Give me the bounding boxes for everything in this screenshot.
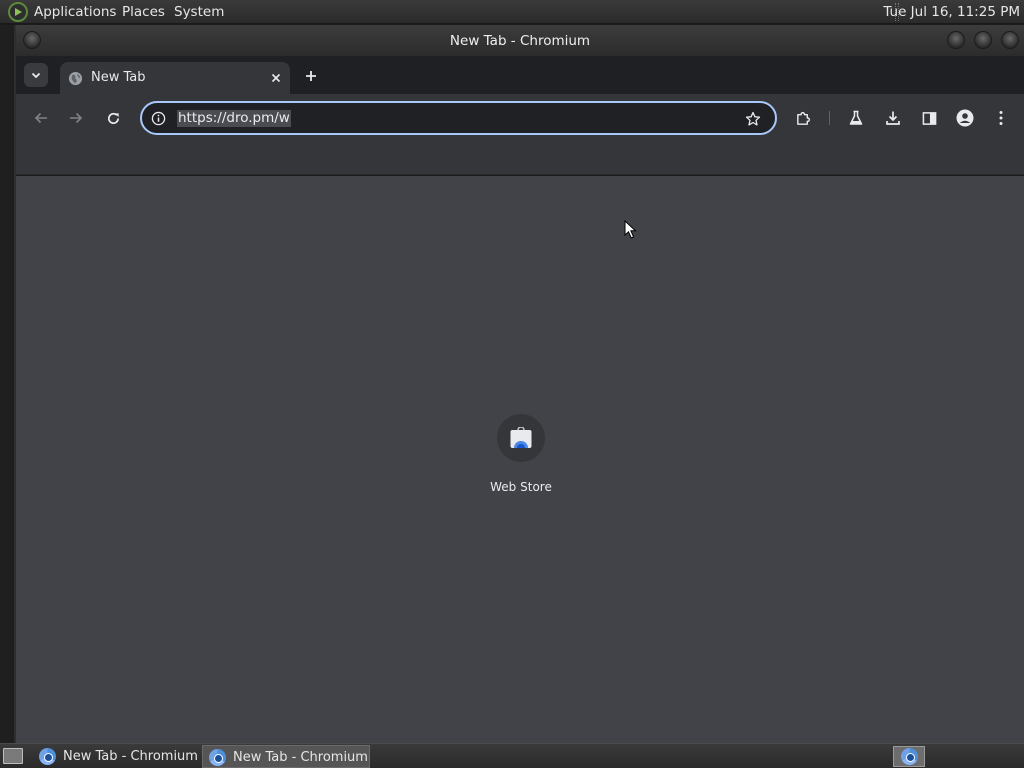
workspace-switcher[interactable]: [893, 746, 925, 767]
reload-button[interactable]: [101, 106, 125, 130]
maximize-button[interactable]: [974, 31, 992, 49]
applications-menu[interactable]: Applications: [34, 4, 116, 20]
system-menu[interactable]: System: [174, 4, 224, 20]
site-info-button[interactable]: [150, 110, 166, 126]
url-text[interactable]: https://dro.pm/w: [177, 110, 291, 127]
tab-search-button[interactable]: [24, 63, 48, 87]
puzzle-piece-icon: [796, 111, 810, 125]
tab-strip: New Tab: [16, 56, 1024, 94]
show-desktop-button[interactable]: [3, 748, 23, 764]
desktop-edge: [0, 25, 16, 743]
window-titlebar[interactable]: New Tab - Chromium: [16, 25, 1024, 56]
tab-close-button[interactable]: [268, 70, 284, 86]
taskbar-window-label: New Tab - Chromium: [63, 749, 198, 764]
minimize-button[interactable]: [947, 31, 965, 49]
side-panel-icon: [922, 111, 936, 125]
chromium-icon: [901, 748, 918, 765]
account-icon: [956, 109, 974, 127]
tab-new-tab[interactable]: New Tab: [60, 62, 290, 94]
profile-button[interactable]: [953, 106, 977, 130]
arrow-left-icon: [34, 112, 47, 124]
shortcut-web-store[interactable]: Web Store: [481, 414, 561, 498]
extensions-button[interactable]: [791, 106, 815, 130]
top-panel: Applications Places System Tue Jul 16, 1…: [0, 0, 1024, 24]
bookmarks-bar: [16, 142, 1024, 175]
side-panel-button[interactable]: [917, 106, 941, 130]
taskbar-window-chromium-2[interactable]: New Tab - Chromium: [202, 745, 370, 768]
shortcut-tile[interactable]: [497, 414, 545, 462]
reload-icon: [107, 112, 119, 124]
taskbar-window-chromium-1[interactable]: New Tab - Chromium: [33, 745, 198, 768]
kebab-menu-icon: [999, 111, 1003, 125]
close-window-button[interactable]: [1001, 31, 1019, 49]
forward-button[interactable]: [64, 106, 88, 130]
browser-toolbar: https://dro.pm/w: [16, 94, 1024, 142]
new-tab-button[interactable]: [299, 64, 323, 88]
info-icon: [151, 111, 165, 125]
download-icon: [886, 111, 900, 125]
close-icon: [271, 73, 281, 83]
downloads-button[interactable]: [881, 106, 905, 130]
mouse-cursor-icon: [624, 220, 637, 239]
plus-icon: [306, 71, 316, 81]
places-menu[interactable]: Places: [122, 4, 165, 20]
arrow-right-icon: [70, 112, 83, 124]
distro-menu-icon[interactable]: [8, 2, 28, 22]
clock[interactable]: Tue Jul 16, 11:25 PM: [883, 4, 1020, 20]
globe-icon: [68, 71, 83, 86]
back-button[interactable]: [29, 106, 53, 130]
window-title: New Tab - Chromium: [449, 33, 591, 49]
taskbar: New Tab - Chromium New Tab - Chromium: [0, 743, 1024, 768]
tab-title: New Tab: [91, 70, 146, 85]
web-store-icon: [510, 427, 532, 448]
chromium-icon: [209, 749, 226, 766]
shortcut-label: Web Store: [490, 480, 552, 494]
taskbar-window-label: New Tab - Chromium: [233, 750, 368, 765]
star-icon: [745, 111, 761, 126]
new-tab-page: Web Store: [16, 176, 1024, 743]
address-bar[interactable]: https://dro.pm/w: [140, 101, 777, 135]
bookmark-star-button[interactable]: [744, 110, 762, 128]
toolbar-divider: [829, 111, 830, 125]
chevron-down-icon: [31, 72, 41, 79]
labs-button[interactable]: [844, 106, 868, 130]
menu-button[interactable]: [989, 106, 1013, 130]
flask-icon: [849, 110, 863, 125]
chromium-icon: [39, 748, 56, 765]
